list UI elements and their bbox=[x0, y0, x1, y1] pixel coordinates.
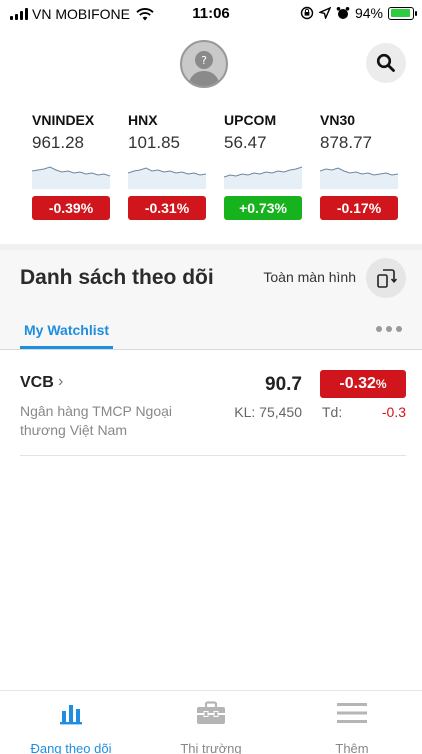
screen-rotation-lock-icon bbox=[300, 6, 314, 20]
index-change-badge: -0.17% bbox=[320, 196, 398, 220]
stock-price: 90.7 bbox=[265, 374, 302, 395]
status-bar: VN MOBIFONE 11:06 94% bbox=[0, 0, 422, 28]
status-right: 94% bbox=[300, 5, 417, 21]
index-change-badge: +0.73% bbox=[224, 196, 302, 220]
tab-my-watchlist[interactable]: My Watchlist bbox=[20, 322, 114, 349]
index-card-upcom[interactable]: UPCOM 56.47 +0.73% bbox=[224, 112, 302, 220]
index-name: VN30 bbox=[320, 112, 356, 128]
index-name: UPCOM bbox=[224, 112, 277, 128]
index-card-hnx[interactable]: HNX 101.85 -0.31% bbox=[128, 112, 206, 220]
tab-divider bbox=[0, 349, 422, 350]
bottom-nav: Đang theo dõi Thị trường Thêm bbox=[0, 690, 422, 754]
nav-item-market[interactable]: Thị trường bbox=[141, 699, 281, 754]
hamburger-menu-icon bbox=[337, 703, 367, 723]
battery-percent: 94% bbox=[354, 5, 383, 21]
fullscreen-button[interactable] bbox=[366, 258, 406, 298]
watchlist-title: Danh sách theo dõi bbox=[20, 266, 214, 289]
index-name: HNX bbox=[128, 112, 158, 128]
table-row[interactable]: VCB › Ngân hàng TMCP Ngoại thương Việt N… bbox=[20, 364, 406, 456]
fullscreen-label[interactable]: Toàn màn hình bbox=[263, 269, 356, 285]
stock-change-unit: % bbox=[375, 377, 387, 391]
index-value: 961.28 bbox=[32, 133, 84, 152]
stock-change-badge[interactable]: -0.32% bbox=[320, 370, 406, 398]
index-sparkline bbox=[224, 166, 302, 189]
chevron-right-icon[interactable]: › bbox=[58, 373, 63, 391]
stock-td-label: Td: bbox=[322, 404, 343, 420]
stock-volume: KL: 75,450 bbox=[234, 404, 302, 420]
index-card-vn30[interactable]: VN30 878.77 -0.17% bbox=[320, 112, 398, 220]
user-placeholder-icon: ? bbox=[188, 51, 220, 86]
chart-bars-icon bbox=[60, 705, 82, 725]
search-button[interactable] bbox=[366, 43, 406, 83]
location-arrow-icon bbox=[318, 7, 331, 19]
index-sparkline bbox=[320, 167, 398, 189]
rotate-screen-icon bbox=[377, 269, 397, 288]
alarm-clock-icon bbox=[336, 7, 350, 19]
watchlist-header: Danh sách theo dõi Toàn màn hình My Watc… bbox=[0, 250, 422, 350]
stock-td-value: -0.3 bbox=[381, 404, 406, 420]
index-sparkline bbox=[128, 167, 206, 189]
nav-item-watching[interactable]: Đang theo dõi bbox=[1, 699, 141, 754]
search-icon bbox=[376, 53, 395, 72]
avatar[interactable]: ? bbox=[180, 40, 228, 88]
index-name: VNINDEX bbox=[32, 112, 95, 128]
market-indices: VNINDEX 961.28 -0.39% HNX 101.85 -0.31% … bbox=[32, 112, 412, 224]
index-change-badge: -0.39% bbox=[32, 196, 110, 220]
stock-symbol[interactable]: VCB bbox=[20, 374, 54, 392]
nav-label: Đang theo dõi bbox=[30, 741, 112, 754]
stock-change-value: -0.32 bbox=[339, 375, 376, 392]
index-value: 101.85 bbox=[128, 133, 180, 152]
nav-label: Thị trường bbox=[180, 741, 242, 754]
stock-name: Ngân hàng TMCP Ngoại thương Việt Nam bbox=[20, 403, 173, 438]
index-sparkline bbox=[32, 166, 110, 189]
svg-text:?: ? bbox=[201, 54, 207, 67]
briefcase-icon bbox=[197, 701, 225, 724]
nav-item-more[interactable]: Thêm bbox=[282, 699, 422, 754]
index-value: 878.77 bbox=[320, 133, 372, 152]
index-value: 56.47 bbox=[224, 133, 267, 152]
nav-label: Thêm bbox=[335, 741, 369, 754]
more-options-icon[interactable] bbox=[376, 326, 402, 332]
index-card-vnindex[interactable]: VNINDEX 961.28 -0.39% bbox=[32, 112, 110, 220]
index-change-badge: -0.31% bbox=[128, 196, 206, 220]
battery-icon bbox=[388, 6, 417, 20]
